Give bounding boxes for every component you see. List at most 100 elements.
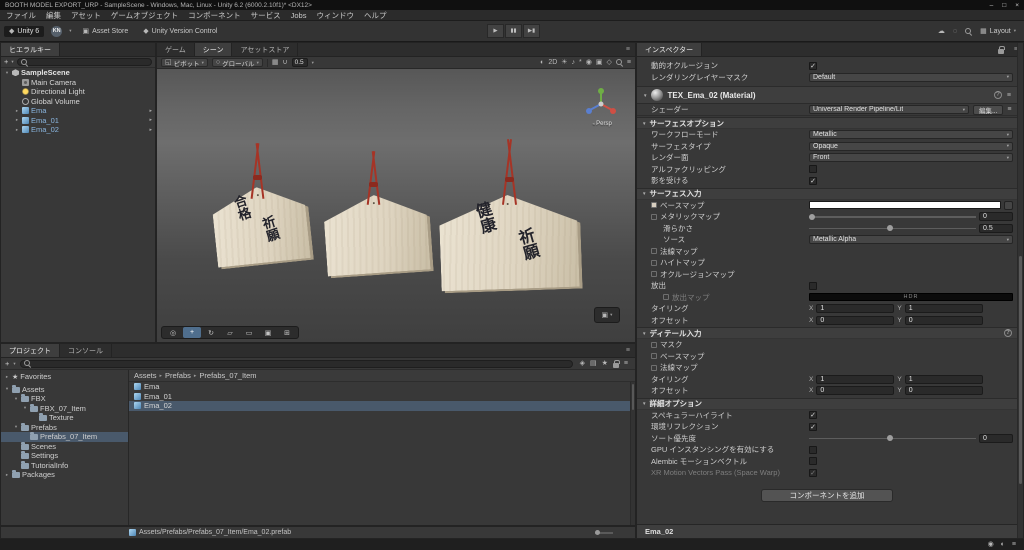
breadcrumb-item[interactable]: Assets <box>134 371 157 380</box>
slider[interactable] <box>809 212 976 221</box>
texture-picker-icon[interactable] <box>651 353 657 360</box>
add-asset-button[interactable]: + <box>5 360 9 368</box>
scale-tool-icon[interactable]: ▱ <box>221 327 239 338</box>
view-tool-icon[interactable]: ◎ <box>164 327 182 338</box>
hierarchy-item[interactable]: Global Volume <box>1 97 155 107</box>
ema-object[interactable]: 健康 祈願 <box>438 193 579 292</box>
number-field[interactable]: 0 <box>979 433 1013 443</box>
transform-tool-icon[interactable]: ▣ <box>259 327 277 338</box>
hierarchy-search-input[interactable] <box>16 58 152 66</box>
slider-knob[interactable] <box>887 435 894 442</box>
menu-icon[interactable]: ≡ <box>621 43 635 56</box>
color-field[interactable] <box>809 201 1001 210</box>
texture-picker-icon[interactable] <box>651 202 657 209</box>
zoom-slider[interactable] <box>595 529 613 535</box>
pivot-toggle[interactable]: ◱ ピボット ▾ <box>161 58 208 68</box>
project-tree-item[interactable]: ▸ Packages <box>1 470 128 480</box>
hierarchy-item[interactable]: ▸ Ema_02 ▸ <box>1 125 155 135</box>
asset-footer[interactable]: Ema_02 <box>637 524 1023 538</box>
menu-item[interactable]: ゲームオブジェクト <box>111 10 178 21</box>
chevron-down-icon[interactable]: ▾ <box>13 361 15 367</box>
project-tree-item[interactable]: ▾ Assets <box>1 384 128 395</box>
asset-item[interactable]: Ema <box>129 382 635 392</box>
twod-icon[interactable]: 2D <box>548 59 557 66</box>
version-control-button[interactable]: ◆ Unity Version Control <box>139 26 221 37</box>
chevron-down-icon[interactable]: ▾ <box>312 60 314 66</box>
menu-item[interactable]: ウィンドウ <box>316 10 354 21</box>
maximize-button[interactable]: □ <box>1002 2 1006 9</box>
tab-hierarchy[interactable]: ヒエラルキー <box>1 43 60 56</box>
effects-icon[interactable]: * <box>579 59 582 66</box>
snap-increment-field[interactable]: 0.5 <box>291 58 308 67</box>
play-button[interactable]: ▶ <box>487 24 504 38</box>
eyedropper-icon[interactable] <box>1004 200 1013 210</box>
view-tab[interactable]: コンソール <box>60 344 112 357</box>
project-tree-item[interactable]: ▸ ★ Favorites <box>1 372 128 382</box>
inspector-scrollbar[interactable] <box>1017 43 1023 538</box>
prefab-open-arrow-icon[interactable]: ▸ <box>149 117 152 123</box>
hierarchy-item[interactable]: ▸ Ema ▸ <box>1 106 155 116</box>
hierarchy-item[interactable]: ▸ Ema_01 ▸ <box>1 116 155 126</box>
project-tree-item[interactable]: Prefabs_07_Item <box>1 432 128 442</box>
texture-picker-icon[interactable] <box>651 213 657 220</box>
minimize-button[interactable]: – <box>990 2 994 9</box>
move-tool-icon[interactable]: + <box>183 327 201 338</box>
add-component-button[interactable]: コンポーネントを追加 <box>761 488 893 502</box>
breadcrumb-item[interactable]: Prefabs <box>165 371 191 380</box>
custom-tool-icon[interactable]: ⊞ <box>278 327 296 338</box>
hdr-color-field[interactable]: HDR <box>809 293 1013 302</box>
menu-icon[interactable]: ≡ <box>621 344 635 357</box>
number-field[interactable]: 0 <box>904 315 983 325</box>
foldout-arrow-icon[interactable]: ▼ <box>643 93 647 98</box>
expand-arrow-icon[interactable]: ▸ <box>4 472 10 478</box>
project-tree-item[interactable]: Texture <box>1 413 128 423</box>
menu-item[interactable]: アセット <box>71 10 101 21</box>
view-tab[interactable]: シーン <box>194 43 233 56</box>
texture-picker-icon[interactable] <box>651 364 657 371</box>
project-tree-item[interactable]: TutorialInfo <box>1 460 128 471</box>
rotate-tool-icon[interactable]: ↻ <box>202 327 220 338</box>
texture-picker-icon[interactable] <box>651 271 657 278</box>
project-tree-item[interactable]: ▾ FBX <box>1 394 128 404</box>
view-tab[interactable]: アセットストア <box>232 43 299 56</box>
hierarchy-item[interactable]: Main Camera <box>1 78 155 88</box>
project-search-input[interactable] <box>19 359 573 368</box>
number-field[interactable]: 1 <box>904 374 983 384</box>
favorite-icon[interactable]: ★ <box>602 360 608 367</box>
menu-item[interactable]: コンポーネント <box>188 10 241 21</box>
slider[interactable] <box>809 224 976 233</box>
dropdown[interactable]: Default ▾ <box>809 72 1013 82</box>
menu-icon[interactable]: ≡ <box>624 360 628 367</box>
dropdown[interactable]: Metallic Alpha ▾ <box>809 235 1013 245</box>
number-field[interactable]: 1 <box>816 304 895 314</box>
asset-item[interactable]: Ema_02 <box>129 401 635 411</box>
grid-snap-icon[interactable]: ▦ <box>272 59 279 66</box>
chevron-down-icon[interactable]: ▾ <box>11 59 13 65</box>
pause-button[interactable]: ▮▮ <box>505 24 522 38</box>
menu-item[interactable]: サービス <box>251 10 281 21</box>
checkbox[interactable] <box>809 445 817 454</box>
menu-item[interactable]: ファイル <box>6 10 36 21</box>
number-field[interactable]: 0 <box>816 386 895 396</box>
audio-icon[interactable]: ♪ <box>572 59 576 66</box>
texture-picker-icon[interactable] <box>663 294 669 301</box>
number-field[interactable]: 0.5 <box>979 223 1013 233</box>
texture-picker-icon[interactable] <box>651 248 657 255</box>
persp-label[interactable]: ◂ Persp <box>581 121 623 127</box>
menu-icon[interactable]: ≡ <box>1007 92 1011 99</box>
checkbox[interactable] <box>809 281 817 290</box>
slider-knob[interactable] <box>809 213 815 220</box>
help-icon[interactable]: ? <box>993 91 1002 99</box>
camera-count-icon[interactable]: ▣ <box>596 59 603 66</box>
search-type-icon[interactable]: ◈ <box>580 360 585 367</box>
expand-arrow-icon[interactable]: ▸ <box>14 127 20 133</box>
material-header[interactable]: ▼ TEX_Ema_02 (Material) ? ≡ <box>637 86 1017 104</box>
menu-icon[interactable]: ≡ <box>1007 106 1011 113</box>
slider[interactable] <box>809 434 976 443</box>
account-avatar[interactable]: KN <box>51 25 63 37</box>
expand-arrow-icon[interactable]: ▸ <box>14 117 20 123</box>
asset-item[interactable]: Ema_01 <box>129 392 635 402</box>
lock-icon[interactable] <box>612 359 620 368</box>
layout-dropdown[interactable]: ▦ Layout ▾ <box>980 28 1016 35</box>
prefab-open-arrow-icon[interactable]: ▸ <box>149 127 152 133</box>
